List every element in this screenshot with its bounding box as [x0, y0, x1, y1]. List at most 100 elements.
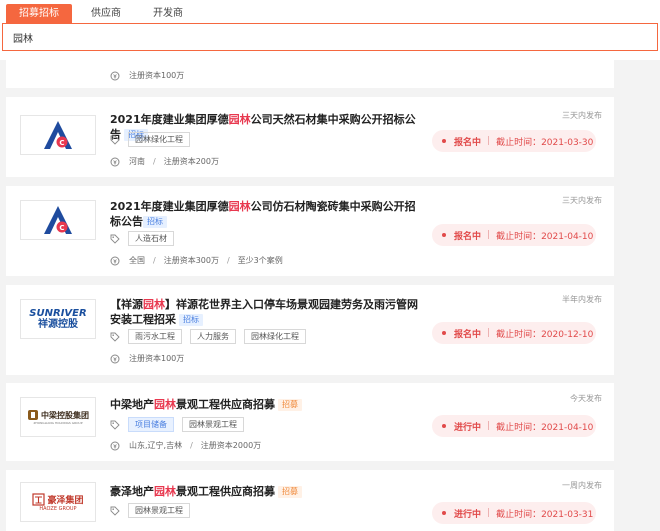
publish-time: 三天内发布	[562, 196, 602, 205]
separator: |	[487, 328, 491, 338]
separator: /	[153, 157, 156, 166]
card-meta: 河南 / 注册资本200万	[110, 156, 219, 167]
status-badge: 报名中 | 截止时间：2021-04-10	[432, 224, 596, 246]
list-item[interactable]: C 2021年度建业集团厚德园林公司仿石材陶瓷砖集中采购公开招标公告 招标 人造石…	[6, 186, 614, 276]
card-meta: 全国 / 注册资本300万 / 至少3个案例	[110, 255, 283, 266]
company-logo: C	[20, 115, 96, 155]
card-tags: 园林绿化工程	[110, 132, 198, 147]
registered-capital: 注册资本2000万	[200, 441, 262, 450]
deadline: 截止时间：2021-03-30	[496, 137, 594, 148]
status-text: 报名中	[454, 231, 482, 242]
industry-tag[interactable]: 园林绿化工程	[244, 329, 306, 344]
status-dot	[442, 139, 446, 143]
search-input[interactable]	[3, 24, 657, 50]
logo-text-en: ZHONGLIANG HOLDINGS GROUP	[33, 421, 83, 425]
category-tabs: 招募招标 供应商 开发商	[6, 4, 202, 23]
deadline: 截止时间：2021-04-10	[496, 231, 594, 242]
industry-tag[interactable]: 雨污水工程	[128, 329, 182, 344]
deadline: 截止时间：2020-12-10	[496, 329, 594, 340]
card-title[interactable]: 【祥源园林】祥源花世界主入口停车场景观园建劳务及雨污管网安装工程招采 招标	[110, 297, 422, 327]
deadline: 截止时间：2021-03-31	[496, 509, 594, 520]
company-logo: SUNRIVER 祥源控股	[20, 299, 96, 339]
logo-text-cn: 祥源控股	[38, 318, 78, 330]
separator: |	[487, 136, 491, 146]
company-logo: 豪泽集团 HAOZE GROUP	[20, 482, 96, 522]
card-meta: 注册资本100万	[110, 70, 184, 81]
separator: /	[190, 441, 193, 450]
publish-time: 一周内发布	[562, 481, 602, 490]
location-icon	[110, 441, 120, 450]
registered-capital: 注册资本300万	[163, 256, 219, 265]
list-item[interactable]: SUNRIVER 祥源控股 【祥源园林】祥源花世界主入口停车场景观园建劳务及雨污…	[6, 285, 614, 375]
jianye-logo-icon: C	[44, 206, 72, 234]
tag-icon	[110, 332, 120, 342]
logo-text-cn: 中梁控股集团	[41, 410, 89, 420]
svg-text:C: C	[59, 139, 64, 147]
logo-text-en: SUNRIVER	[29, 307, 87, 319]
card-tags: 人造石材	[110, 231, 182, 246]
list-item[interactable]: C 2021年度建业集团厚德园林公司天然石材集中采购公开招标公告 招标 园林绿化工…	[6, 97, 614, 177]
status-text: 报名中	[454, 137, 482, 148]
list-item[interactable]: 中梁控股集团 ZHONGLIANG HOLDINGS GROUP 中梁地产园林景…	[6, 383, 614, 461]
separator: /	[226, 256, 230, 265]
separator: |	[487, 508, 491, 518]
publish-time: 今天发布	[570, 394, 602, 403]
company-logo: C	[20, 200, 96, 240]
industry-tag[interactable]: 园林绿化工程	[128, 132, 190, 147]
separator: |	[487, 230, 491, 240]
status-text: 进行中	[454, 422, 482, 433]
tab-bidding[interactable]: 招募招标	[6, 4, 72, 23]
search-box	[2, 23, 658, 51]
status-badge: 进行中 | 截止时间：2021-03-31	[432, 502, 596, 524]
industry-tag[interactable]: 人力服务	[190, 329, 236, 344]
industry-tag[interactable]: 人造石材	[128, 231, 174, 246]
status-dot	[442, 233, 446, 237]
tab-suppliers[interactable]: 供应商	[78, 4, 134, 23]
svg-text:C: C	[59, 224, 64, 232]
region: 全国	[129, 256, 145, 265]
separator: |	[487, 421, 491, 431]
haoze-logo-icon	[32, 492, 46, 506]
card-title[interactable]: 豪泽地产园林景观工程供应商招募 招募	[110, 484, 422, 499]
type-badge: 招募	[278, 399, 302, 411]
industry-tag[interactable]: 园林景观工程	[128, 503, 190, 518]
status-badge: 报名中 | 截止时间：2021-03-30	[432, 130, 596, 152]
industry-tag[interactable]: 项目储备	[128, 417, 174, 432]
location-icon	[110, 157, 120, 166]
status-badge: 进行中 | 截止时间：2021-04-10	[432, 415, 596, 437]
type-badge: 招募	[278, 486, 302, 498]
list-item[interactable]: 豪泽集团 HAOZE GROUP 豪泽地产园林景观工程供应商招募 招募 园林景观工…	[6, 470, 614, 531]
publish-time: 三天内发布	[562, 111, 602, 120]
tab-developers[interactable]: 开发商	[140, 4, 196, 23]
publish-time: 半年内发布	[562, 295, 602, 304]
status-text: 进行中	[454, 509, 482, 520]
logo-text-cn: 豪泽集团	[47, 495, 84, 506]
capital-icon	[110, 71, 120, 80]
tag-icon	[110, 135, 120, 145]
type-badge: 招标	[179, 314, 203, 326]
tag-icon	[110, 420, 120, 430]
registered-capital: 注册资本100万	[129, 354, 185, 363]
card-meta: 注册资本100万	[110, 353, 184, 364]
jianye-logo-icon: C	[44, 121, 72, 149]
zhongliang-logo-icon	[28, 410, 38, 420]
region: 河南	[129, 157, 145, 166]
status-dot	[442, 424, 446, 428]
logo-text-en: HAOZE GROUP	[39, 505, 77, 512]
card-tags: 项目储备 园林景观工程	[110, 417, 252, 432]
card-tags: 园林景观工程	[110, 503, 198, 518]
card-tags: 雨污水工程 人力服务 园林绿化工程	[110, 329, 314, 344]
tag-icon	[110, 506, 120, 516]
capital-icon	[110, 354, 120, 363]
card-title[interactable]: 2021年度建业集团厚德园林公司仿石材陶瓷砖集中采购公开招标公告 招标	[110, 199, 422, 229]
status-badge: 报名中 | 截止时间：2020-12-10	[432, 322, 596, 344]
deadline: 截止时间：2021-04-10	[496, 422, 594, 433]
tag-icon	[110, 234, 120, 244]
card-title[interactable]: 中梁地产园林景观工程供应商招募 招募	[110, 397, 422, 412]
registered-capital: 注册资本100万	[129, 71, 185, 80]
region: 山东,辽宁,吉林	[129, 441, 183, 450]
location-icon	[110, 256, 120, 265]
industry-tag[interactable]: 园林景观工程	[182, 417, 244, 432]
status-dot	[442, 331, 446, 335]
top-bar: 招募招标 供应商 开发商	[0, 0, 660, 60]
